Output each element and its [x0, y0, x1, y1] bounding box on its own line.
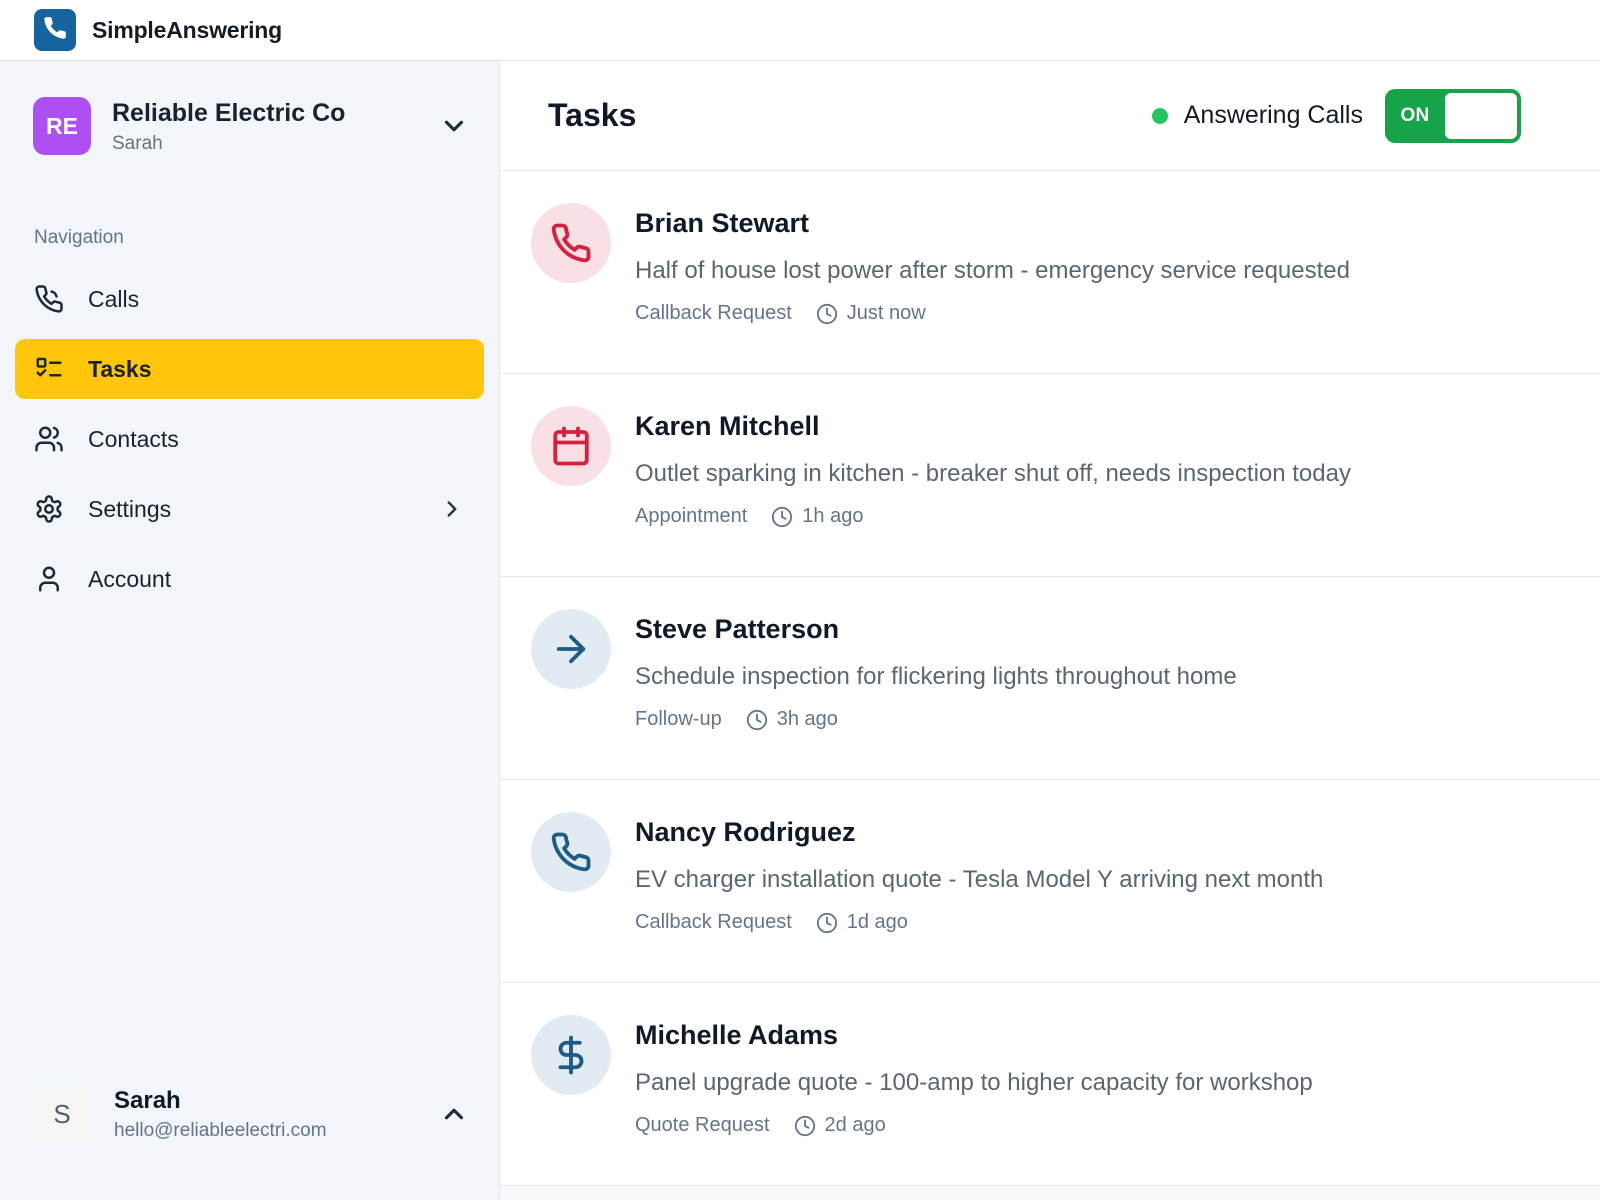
task-description: Half of house lost power after storm - e…	[635, 257, 1350, 284]
sidebar-item-label: Settings	[88, 495, 172, 522]
task-type-label: Callback Request	[635, 302, 792, 324]
contacts-icon	[34, 424, 64, 454]
top-bar: SimpleAnswering	[0, 0, 1600, 61]
chevron-down-icon	[439, 111, 469, 141]
phone-icon	[42, 15, 68, 46]
gear-icon	[34, 494, 64, 524]
task-description: EV charger installation quote - Tesla Mo…	[635, 866, 1324, 893]
user-name: Sarah	[114, 1086, 181, 1114]
task-time: 2d ago	[824, 1114, 886, 1136]
user-menu[interactable]: S Sarah hello@reliableelectri.com	[33, 1085, 469, 1143]
org-avatar: RE	[33, 97, 91, 155]
app-logo	[34, 9, 76, 51]
main-panel: Tasks Answering Calls ON Brian Stewart Ha…	[500, 61, 1600, 1200]
answering-toggle[interactable]: ON	[1385, 88, 1521, 143]
task-name: Steve Patterson	[635, 614, 840, 644]
task-name: Brian Stewart	[635, 208, 810, 238]
chevron-right-icon	[439, 496, 465, 522]
status-dot	[1151, 107, 1168, 124]
clock-icon	[771, 506, 793, 528]
sidebar-item-tasks[interactable]: Tasks	[15, 339, 484, 399]
task-name: Nancy Rodriguez	[635, 817, 856, 847]
sidebar: RE Reliable Electric Co Sarah Navigation…	[0, 61, 500, 1200]
task-type-label: Callback Request	[635, 911, 792, 933]
main-header: Tasks Answering Calls ON	[500, 61, 1600, 171]
clock-icon	[794, 1115, 816, 1137]
phone-call-icon	[34, 284, 64, 314]
clock-icon	[746, 709, 768, 731]
sidebar-item-calls[interactable]: Calls	[15, 269, 484, 329]
task-row[interactable]: Brian Stewart Half of house lost power af…	[500, 171, 1600, 374]
task-time: 3h ago	[776, 708, 838, 730]
phone-icon	[531, 203, 611, 283]
org-switcher[interactable]: RE Reliable Electric Co Sarah	[0, 61, 499, 155]
task-type-label: Quote Request	[635, 1114, 770, 1136]
chevron-up-icon	[439, 1099, 469, 1129]
task-time: 1h ago	[802, 505, 864, 527]
calendar-icon	[531, 406, 611, 486]
task-type-label: Appointment	[635, 505, 748, 527]
app-title: SimpleAnswering	[92, 16, 282, 43]
sidebar-item-label: Contacts	[88, 425, 179, 452]
org-subtitle: Sarah	[112, 132, 163, 154]
answering-status: Answering Calls ON	[1151, 88, 1521, 143]
clock-icon	[816, 303, 838, 325]
page-title: Tasks	[548, 97, 637, 133]
task-row[interactable]: Nancy Rodriguez EV charger installation q…	[500, 780, 1600, 983]
task-row[interactable]: Michelle Adams Panel upgrade quote - 100-…	[500, 983, 1600, 1186]
sidebar-item-account[interactable]: Account	[15, 549, 484, 609]
task-list: Brian Stewart Half of house lost power af…	[500, 171, 1600, 1186]
task-time: 1d ago	[846, 911, 908, 933]
status-label: Answering Calls	[1183, 101, 1363, 129]
task-type-label: Follow-up	[635, 708, 722, 730]
user-email: hello@reliableelectri.com	[114, 1119, 327, 1141]
phone-icon	[531, 812, 611, 892]
task-description: Panel upgrade quote - 100-amp to higher …	[635, 1069, 1313, 1096]
sidebar-item-label: Calls	[88, 285, 140, 312]
org-name: Reliable Electric Co	[112, 98, 346, 127]
user-avatar: S	[33, 1085, 91, 1143]
person-icon	[34, 564, 64, 594]
task-name: Karen Mitchell	[635, 411, 820, 441]
task-time: Just now	[846, 302, 926, 324]
task-description: Schedule inspection for flickering light…	[635, 663, 1237, 690]
arrow-right-icon	[531, 609, 611, 689]
dollar-icon	[531, 1015, 611, 1095]
sidebar-item-settings[interactable]: Settings	[15, 479, 484, 539]
toggle-on-label: ON	[1400, 104, 1430, 126]
sidebar-item-label: Tasks	[88, 355, 152, 382]
next-row-partial	[500, 1186, 1600, 1200]
sidebar-item-label: Account	[88, 565, 172, 592]
toggle-knob[interactable]	[1445, 92, 1517, 139]
nav-section-label: Navigation	[34, 227, 124, 248]
checklist-icon	[34, 354, 64, 384]
task-row[interactable]: Steve Patterson Schedule inspection for f…	[500, 577, 1600, 780]
sidebar-nav: Calls Tasks Contacts Settings Account	[0, 269, 499, 609]
sidebar-item-contacts[interactable]: Contacts	[15, 409, 484, 469]
task-row[interactable]: Karen Mitchell Outlet sparking in kitchen…	[500, 374, 1600, 577]
task-name: Michelle Adams	[635, 1020, 839, 1050]
task-description: Outlet sparking in kitchen - breaker shu…	[635, 460, 1351, 487]
clock-icon	[816, 912, 838, 934]
